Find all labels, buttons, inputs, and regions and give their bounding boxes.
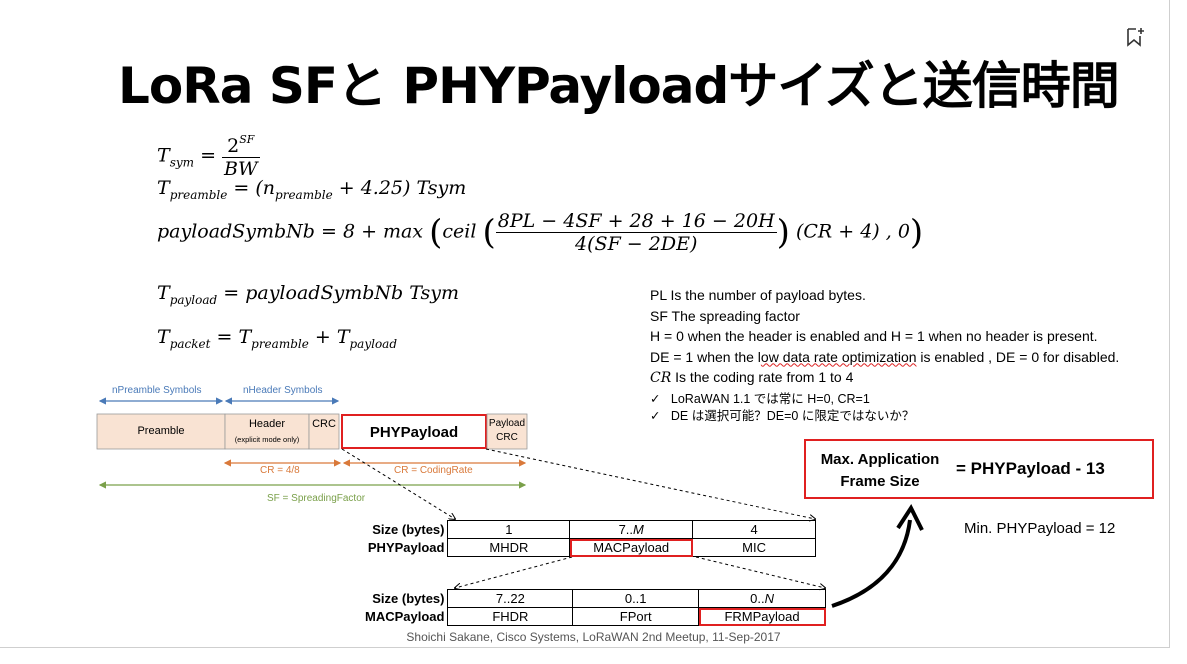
- crc-label: CRC: [312, 418, 336, 430]
- phy-field-header: PHYPayload: [367, 540, 445, 555]
- max-label-2: Frame Size: [840, 473, 920, 490]
- phypayload-label: PHYPayload: [369, 424, 459, 441]
- payload-crc-label2: CRC: [496, 432, 518, 443]
- mac-field-header: MACPayload: [365, 609, 445, 624]
- cr48-label: CR = 4/8: [260, 465, 300, 476]
- phy-field-mhdr: MHDR: [447, 538, 571, 557]
- mac-size-3: 0..N: [698, 589, 826, 608]
- phypayload-table: Size (bytes) 1 7..M 4 PHYPayload MHDR MA…: [362, 520, 816, 557]
- mac-size-header: Size (bytes): [372, 591, 445, 606]
- slide: LoRa SFと PHYPayloadサイズと送信時間 Tsym = 2SF B…: [0, 0, 1187, 664]
- phy-size-2: 7..M: [569, 520, 694, 539]
- cr-coding-label: CR = CodingRate: [394, 465, 473, 476]
- min-phypayload: Min. PHYPayload = 12: [964, 520, 1116, 537]
- phy-size-3: 4: [692, 520, 816, 539]
- mac-field-fhdr: FHDR: [447, 607, 574, 626]
- npreamble-label: nPreamble Symbols: [112, 385, 202, 396]
- payload-crc-label1: Payload: [488, 418, 526, 429]
- mac-size-2: 0..1: [572, 589, 700, 608]
- sf-label: SF = SpreadingFactor: [267, 493, 366, 504]
- mac-field-fport: FPort: [572, 607, 700, 626]
- header-note: (explicit mode only): [234, 435, 300, 444]
- macpayload-table: Size (bytes) 7..22 0..1 0..N MACPayload …: [362, 589, 826, 626]
- max-frame-size-box: Max. Application Frame Size = PHYPayload…: [804, 439, 1154, 499]
- slide-footer: Shoichi Sakane, Cisco Systems, LoRaWAN 2…: [406, 630, 781, 644]
- preamble-label: Preamble: [137, 425, 185, 437]
- phy-field-mic: MIC: [692, 538, 816, 557]
- curved-arrow: [831, 519, 912, 608]
- header-label: Header: [248, 418, 286, 430]
- phy-size-1: 1: [447, 520, 571, 539]
- phy-size-header: Size (bytes): [372, 522, 445, 537]
- mac-size-1: 7..22: [447, 589, 574, 608]
- mac-field-frmpayload: FRMPayload: [698, 607, 826, 626]
- max-label-1: Max. Application: [820, 451, 940, 468]
- nheader-label: nHeader Symbols: [243, 385, 323, 396]
- phy-field-macpayload: MACPayload: [569, 538, 694, 557]
- max-value: = PHYPayload - 13: [956, 459, 1105, 478]
- packet-arrows: [96, 397, 924, 608]
